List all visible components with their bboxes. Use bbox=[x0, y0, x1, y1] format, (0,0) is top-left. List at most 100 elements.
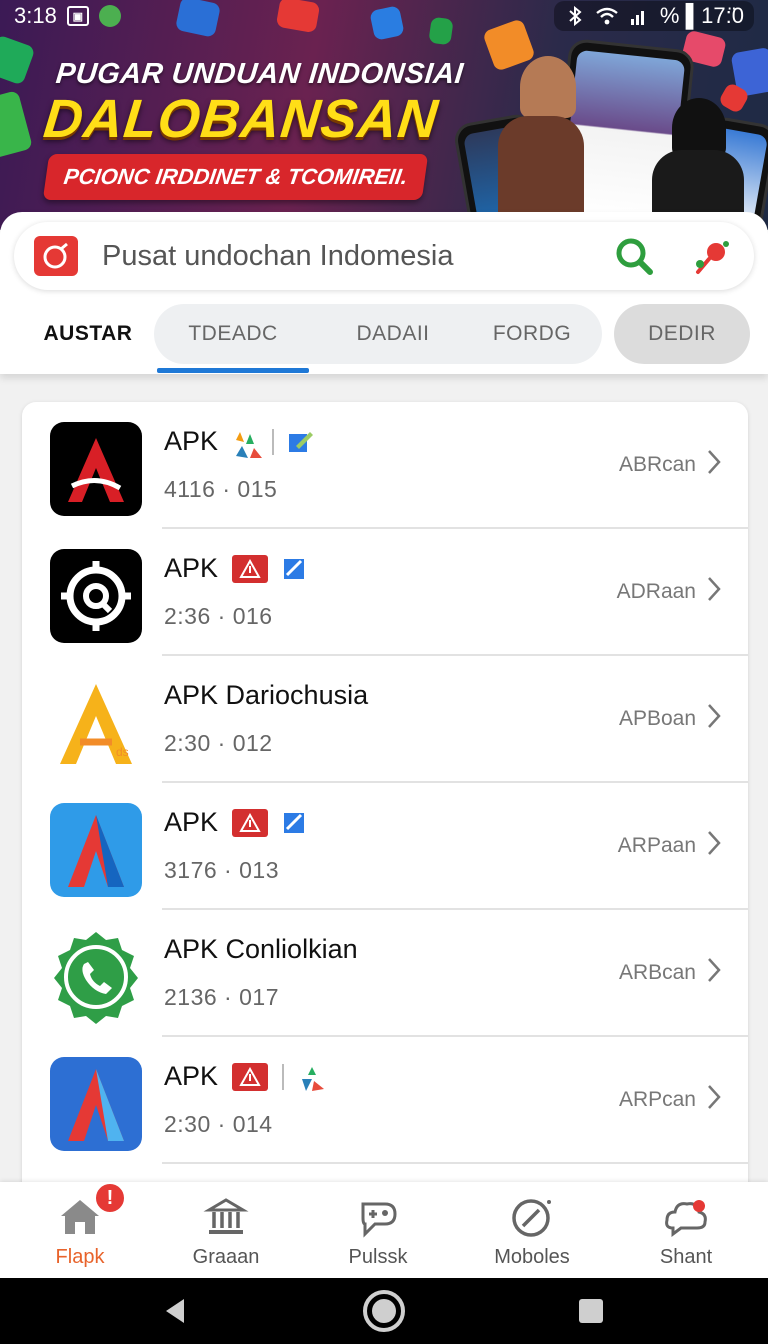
chevron-right-icon bbox=[706, 575, 722, 609]
screenshot-icon: ▣ bbox=[66, 6, 89, 26]
chevron-right-icon bbox=[706, 829, 722, 863]
app-title: APK bbox=[164, 553, 219, 583]
edit-badge-icon bbox=[288, 430, 314, 454]
search-input[interactable]: Pusat undochan Indomesia bbox=[102, 240, 614, 273]
app-meta: 2:30 · 012 bbox=[164, 730, 273, 756]
nav-item-home[interactable]: Flapk ! bbox=[10, 1182, 150, 1278]
warning-badge-icon bbox=[232, 808, 269, 837]
bank-icon bbox=[203, 1194, 249, 1240]
app-title: APK bbox=[164, 1061, 219, 1091]
status-battery-time: % ▌17:̈0 bbox=[659, 3, 744, 28]
app-meta: 2136 · 017 bbox=[164, 984, 279, 1010]
nav-item-moboles[interactable]: Moboles bbox=[462, 1182, 602, 1278]
promo-banner[interactable]: PUGAR UNDUAN INDONSIAI DALOBANSAN PCIONC… bbox=[0, 0, 768, 230]
person-male bbox=[520, 56, 576, 118]
scan-action[interactable]: ARBcan bbox=[619, 956, 722, 990]
action-label: ARBcan bbox=[618, 961, 696, 984]
list-item[interactable]: APK 3176 · 013 ARPaan bbox=[22, 783, 748, 910]
scan-action[interactable]: ARPcan bbox=[619, 1083, 722, 1117]
list-item[interactable]: APK 2:30 · 014 ARPcan bbox=[22, 1037, 748, 1164]
search-bar[interactable]: Pusat undochan Indomesia bbox=[14, 222, 754, 290]
app-list: APK 4116 · 015 ABRcan APK 2:36 · 016 ADR… bbox=[22, 402, 748, 1202]
edit-badge-icon bbox=[282, 557, 308, 581]
scan-action[interactable]: ARPaan bbox=[618, 829, 722, 863]
tab-austar[interactable]: AUSTAR bbox=[14, 304, 162, 364]
red-a-logo-icon bbox=[50, 422, 142, 516]
scan-action[interactable]: ADRaan bbox=[617, 575, 722, 609]
app-meta: 3176 · 013 bbox=[164, 857, 279, 883]
sparkle-badge-icon bbox=[298, 1065, 325, 1091]
blue-red-a-logo-icon bbox=[50, 1057, 142, 1151]
signal-icon bbox=[628, 5, 650, 27]
action-label: APBoan bbox=[618, 707, 696, 730]
app-logo-icon bbox=[34, 236, 78, 276]
decor-tile bbox=[0, 34, 36, 86]
scan-action[interactable]: ABRcan bbox=[619, 448, 722, 482]
tab-tdeadc[interactable]: TDEADC bbox=[157, 304, 309, 364]
nav-item-shant[interactable]: Shant bbox=[616, 1182, 756, 1278]
phone-badge-icon bbox=[50, 930, 142, 1024]
status-bar: 3:18 ▣ % ▌17:̈0 bbox=[0, 0, 768, 32]
person-female bbox=[672, 98, 726, 158]
action-label: ARPaan bbox=[617, 834, 696, 857]
svg-text:ds: ds bbox=[116, 745, 129, 759]
action-label: ARPcan bbox=[618, 1088, 696, 1111]
tab-active-indicator bbox=[157, 368, 309, 373]
app-title: APK Conliolkian bbox=[164, 934, 358, 964]
yellow-a-logo-icon: ds bbox=[50, 676, 142, 770]
back-icon[interactable] bbox=[152, 1288, 198, 1334]
sparkle-badge-icon bbox=[232, 430, 263, 458]
home-button-icon[interactable] bbox=[361, 1288, 407, 1334]
compass-icon bbox=[509, 1194, 555, 1240]
gamepad-tag-icon bbox=[355, 1194, 401, 1240]
list-item[interactable]: APK 2:36 · 016 ADRaan bbox=[22, 529, 748, 656]
list-item[interactable]: APK 4116 · 015 ABRcan bbox=[22, 402, 748, 529]
chat-icon bbox=[98, 5, 121, 27]
mic-icon[interactable] bbox=[690, 234, 734, 278]
system-nav-bar bbox=[0, 1278, 768, 1344]
app-meta: 2:30 · 014 bbox=[164, 1111, 273, 1137]
tab-dedir[interactable]: DEDIR bbox=[614, 304, 750, 364]
chevron-right-icon bbox=[706, 956, 722, 990]
scan-action[interactable]: APBoan bbox=[619, 702, 722, 736]
header-card: Pusat undochan Indomesia AUSTAR TDEADC D… bbox=[0, 212, 768, 374]
nav-label: Moboles bbox=[494, 1246, 570, 1268]
list-item[interactable]: ds APK Dariochusia 2:30 · 012 APBoan bbox=[22, 656, 748, 783]
nav-label: Flapk bbox=[55, 1246, 105, 1268]
bluetooth-icon bbox=[564, 5, 586, 27]
nav-label: Shant bbox=[659, 1246, 713, 1268]
nav-label: Graaan bbox=[192, 1246, 260, 1268]
tab-fordg[interactable]: FORDG bbox=[462, 304, 602, 364]
search-icon[interactable] bbox=[614, 236, 654, 276]
category-tabs: AUSTAR TDEADC DADAII FORDG DEDIR bbox=[14, 300, 754, 373]
nav-label: Pulssk bbox=[348, 1246, 408, 1268]
app-title: APK bbox=[164, 426, 219, 456]
app-title: APK Dariochusia bbox=[164, 680, 369, 710]
decor-tile bbox=[0, 90, 33, 160]
action-label: ADRaan bbox=[616, 580, 696, 603]
list-item[interactable]: APK Conliolkian 2136 · 017 ARBcan bbox=[22, 910, 748, 1037]
banner-headline: PUGAR UNDUAN INDONSIAI bbox=[54, 58, 466, 90]
banner-title: DALOBANSAN bbox=[40, 89, 442, 149]
blue-a-logo-icon bbox=[50, 803, 142, 897]
warning-badge-icon bbox=[232, 1062, 269, 1091]
notification-badge: ! bbox=[94, 1182, 126, 1214]
banner-tagline: PCIONC IRDDINET & TCOMIREII. bbox=[42, 154, 429, 200]
separator bbox=[272, 428, 275, 455]
app-screen: PUGAR UNDUAN INDONSIAI DALOBANSAN PCIONC… bbox=[0, 0, 768, 1344]
nav-item-graaan[interactable]: Graaan bbox=[156, 1182, 296, 1278]
nav-item-pulssk[interactable]: Pulssk bbox=[308, 1182, 448, 1278]
tab-dadaii[interactable]: DADAII bbox=[319, 304, 467, 364]
warning-badge-icon bbox=[232, 554, 269, 583]
status-time: 3:18 bbox=[14, 3, 57, 28]
app-meta: 4116 · 015 bbox=[164, 476, 278, 502]
chevron-right-icon bbox=[706, 1083, 722, 1117]
recents-icon[interactable] bbox=[568, 1288, 614, 1334]
target-search-icon bbox=[50, 549, 142, 643]
action-label: ABRcan bbox=[618, 453, 696, 476]
chevron-right-icon bbox=[706, 702, 722, 736]
app-title: APK bbox=[164, 807, 219, 837]
separator bbox=[282, 1063, 285, 1090]
cloud-chat-icon bbox=[663, 1194, 709, 1240]
chevron-right-icon bbox=[706, 448, 722, 482]
